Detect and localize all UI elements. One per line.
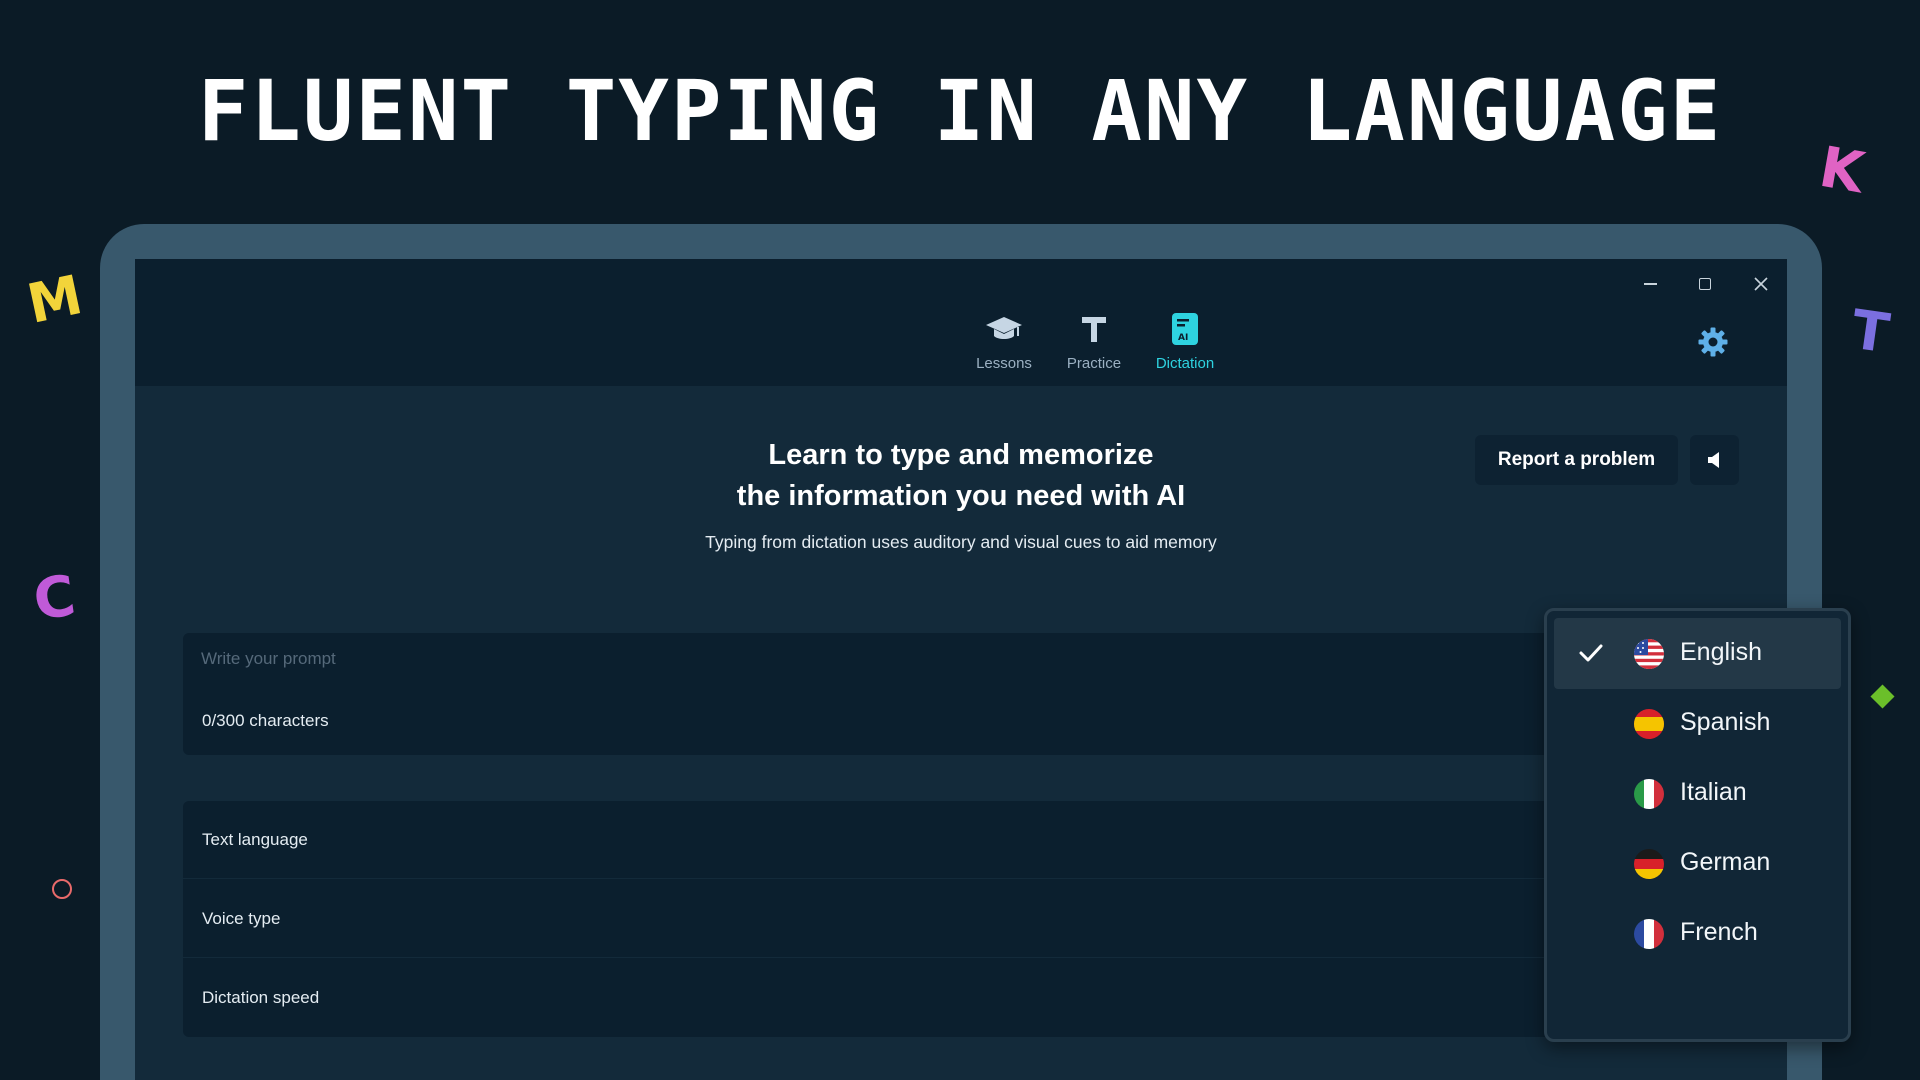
language-option-english[interactable]: English <box>1554 618 1841 689</box>
prompt-box: 0/300 characters <box>183 633 1603 755</box>
language-option-label: English <box>1680 638 1762 666</box>
language-option-italian[interactable]: Italian <box>1554 758 1841 829</box>
close-icon <box>1754 277 1768 291</box>
tab-lessons[interactable]: Lessons <box>959 307 1049 372</box>
language-option-german[interactable]: German <box>1554 828 1841 899</box>
france-flag-icon <box>1634 919 1664 949</box>
tab-dictation[interactable]: AI Dictation <box>1140 307 1230 372</box>
maximize-icon <box>1699 278 1711 290</box>
setting-label: Dictation speed <box>202 988 320 1007</box>
minimize-icon <box>1643 283 1657 285</box>
text-t-icon <box>1082 317 1106 342</box>
graduation-cap-icon <box>986 317 1022 339</box>
setting-row-dictation-speed[interactable]: Dictation speed <box>183 959 1603 1037</box>
ai-document-icon: AI <box>1172 313 1198 345</box>
svg-text:AI: AI <box>1178 333 1188 343</box>
language-dropdown: English Spanish Italian German French <box>1544 608 1851 1042</box>
speaker-icon <box>1707 452 1719 468</box>
title-bar: Lessons Practice AI Dictation <box>135 259 1787 386</box>
prompt-input[interactable] <box>201 649 901 669</box>
prompt-character-counter: 0/300 characters <box>202 711 329 730</box>
setting-label: Text language <box>202 829 308 849</box>
italy-flag-icon <box>1634 779 1664 809</box>
report-problem-button[interactable]: Report a problem <box>1475 435 1678 485</box>
setting-label: Voice type <box>202 908 281 928</box>
sound-button[interactable] <box>1690 435 1739 485</box>
tab-practice-label: Practice <box>1066 355 1122 372</box>
setting-row-voice-type[interactable]: Voice type <box>183 880 1603 958</box>
language-option-label: Italian <box>1680 778 1747 806</box>
settings-panel: Text language Voice type Dictation speed <box>183 801 1603 1037</box>
maximize-button[interactable] <box>1690 269 1720 299</box>
germany-flag-icon <box>1634 849 1664 879</box>
us-flag-icon <box>1634 639 1664 669</box>
setting-row-text-language[interactable]: Text language <box>183 801 1603 879</box>
decorative-diamond <box>1870 684 1895 709</box>
language-option-label: Spanish <box>1680 708 1771 736</box>
decorative-letter-c: C <box>29 563 80 634</box>
language-option-label: German <box>1680 848 1771 876</box>
gear-icon[interactable] <box>1697 326 1729 358</box>
language-option-french[interactable]: French <box>1554 898 1841 969</box>
decorative-letter-m: M <box>22 263 88 336</box>
language-option-label: French <box>1680 918 1758 946</box>
tab-dictation-label: Dictation <box>1155 355 1215 372</box>
hero-subtitle: Typing from dictation uses auditory and … <box>705 532 1217 552</box>
minimize-button[interactable] <box>1635 269 1665 299</box>
app-window: Lessons Practice AI Dictation Learn to t… <box>135 259 1787 1080</box>
decorative-letter-t: T <box>1847 297 1894 366</box>
tab-lessons-label: Lessons <box>976 355 1032 372</box>
language-option-spanish[interactable]: Spanish <box>1554 688 1841 759</box>
tab-practice[interactable]: Practice <box>1049 307 1139 372</box>
decorative-circle <box>52 879 72 899</box>
spain-flag-icon <box>1634 709 1664 739</box>
headline: FLUENT TYPING IN ANY LANGUAGE <box>197 62 1723 160</box>
close-button[interactable] <box>1746 269 1776 299</box>
checkmark-icon <box>1579 644 1603 662</box>
